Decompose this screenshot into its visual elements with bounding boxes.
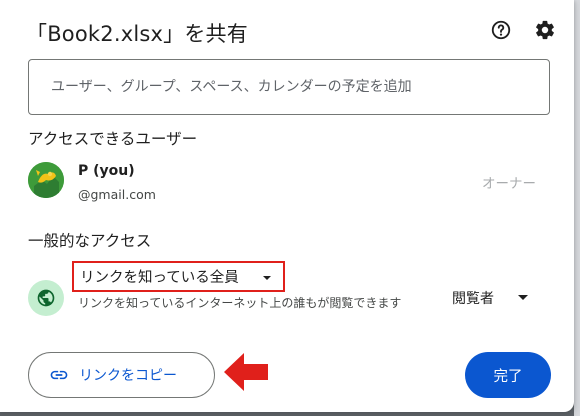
- dialog-title: 「Book2.xlsx」を共有: [26, 22, 248, 46]
- person-name: P (you): [78, 163, 135, 179]
- role-dropdown[interactable]: 閲覧者: [452, 285, 542, 311]
- chevron-down-icon: [518, 295, 528, 300]
- general-access-selected: リンクを知っている全員: [80, 270, 239, 286]
- avatar-icon: [28, 162, 64, 198]
- role-selected: 閲覧者: [452, 291, 494, 307]
- general-access-heading: 一般的なアクセス: [28, 232, 152, 250]
- add-people-input[interactable]: [51, 60, 531, 114]
- person-row: P (you) @gmail.com オーナー: [28, 160, 548, 208]
- add-people-field[interactable]: [28, 59, 550, 115]
- help-button[interactable]: [489, 18, 513, 42]
- general-access-description: リンクを知っているインターネット上の誰もが閲覧できます: [78, 296, 402, 310]
- owner-role-label: オーナー: [482, 176, 536, 192]
- done-label: 完了: [493, 368, 523, 385]
- person-email: @gmail.com: [78, 187, 156, 202]
- chevron-down-icon: [263, 276, 271, 280]
- globe-icon: [28, 280, 64, 316]
- backdrop: [574, 0, 580, 416]
- done-button[interactable]: 完了: [465, 352, 551, 398]
- link-icon: [49, 365, 69, 385]
- help-circle-icon: [491, 20, 511, 40]
- copy-link-button[interactable]: リンクをコピー: [28, 352, 215, 398]
- general-access-dropdown[interactable]: リンクを知っている全員: [72, 261, 285, 292]
- people-with-access-heading: アクセスできるユーザー: [28, 130, 198, 148]
- annotation-arrow-icon: [224, 353, 268, 391]
- copy-link-label: リンクをコピー: [79, 368, 177, 384]
- gear-icon: [536, 20, 554, 40]
- settings-button[interactable]: [533, 18, 557, 42]
- share-dialog: 「Book2.xlsx」を共有 アクセスできるユーザー P (you): [0, 0, 574, 412]
